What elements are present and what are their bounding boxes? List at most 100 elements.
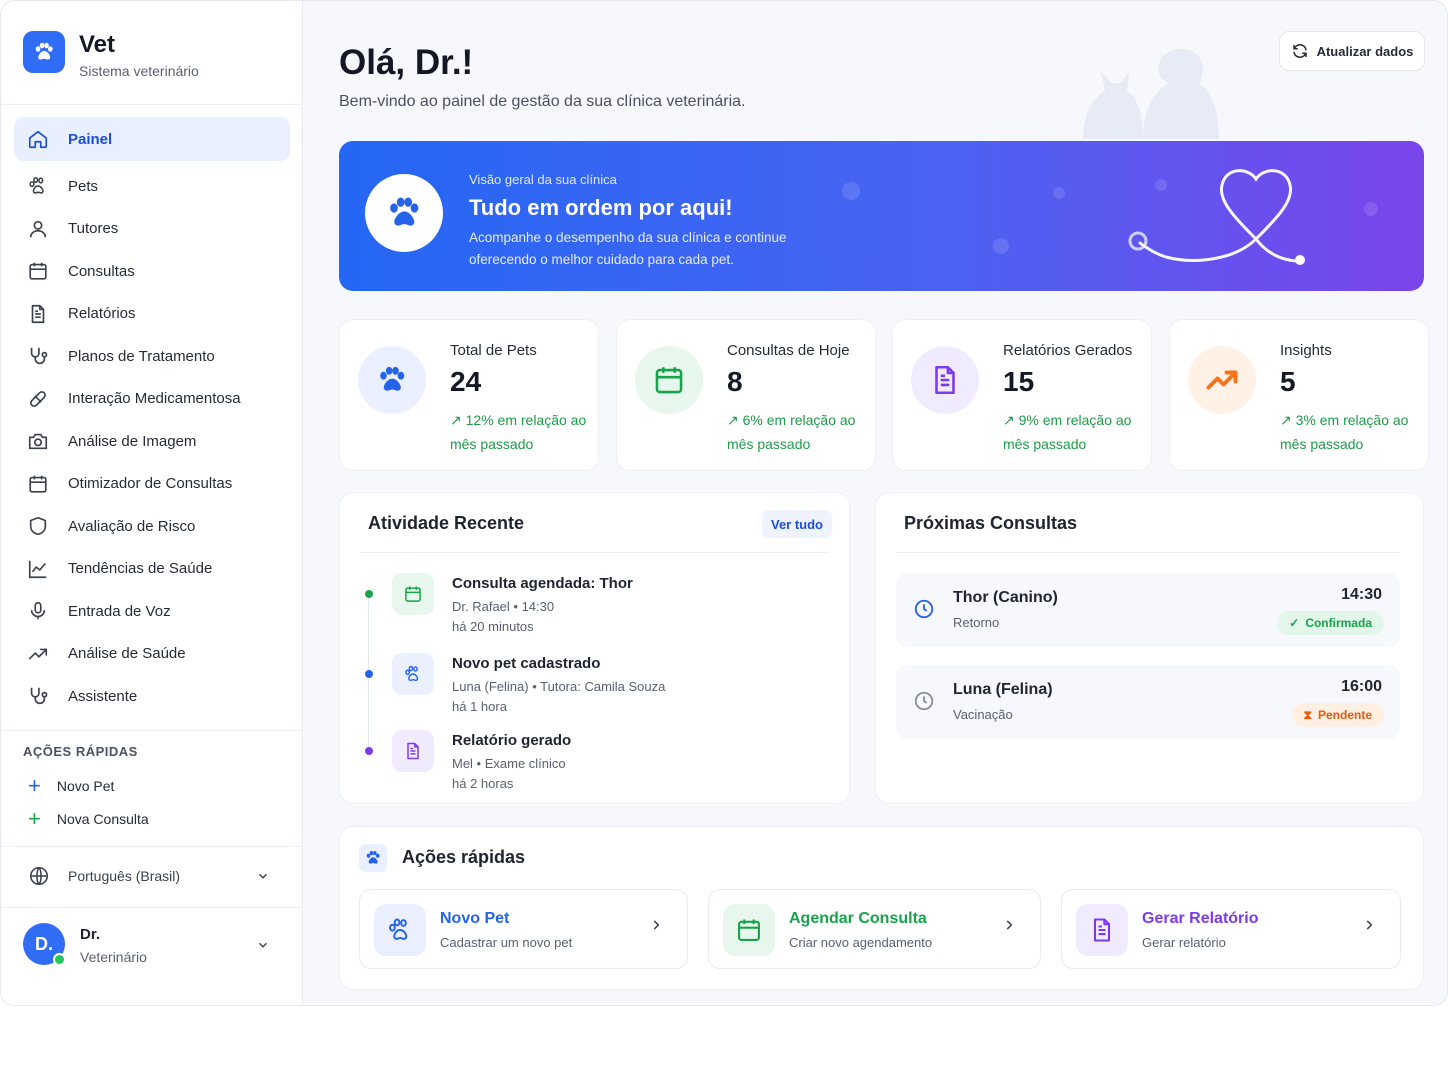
paw-icon [374, 904, 426, 956]
quick-actions-panel: Ações rápidas Novo Pet Cadastrar um novo… [339, 826, 1424, 990]
sidebar-item-tutores[interactable]: Tutores [14, 208, 290, 251]
sidebar-item-assistente[interactable]: Assistente [14, 675, 290, 718]
user-icon [27, 218, 49, 240]
document-icon [1076, 904, 1128, 956]
quick-action-novo-pet[interactable]: Novo Pet Cadastrar um novo pet [359, 889, 688, 969]
appointment-item[interactable]: Thor (Canino) Retorno 14:30 ✓ Confirmada [896, 573, 1400, 647]
stat-trend: ↗ 9% em relação ao mês passado [1003, 408, 1153, 456]
camera-icon [27, 430, 49, 452]
divider [1, 104, 302, 105]
sidebar-item-relatorios[interactable]: Relatórios [14, 293, 290, 336]
shield-icon [27, 515, 49, 537]
sidebar-new-pet-label: Novo Pet [56, 778, 115, 794]
sidebar-item-label: Painel [68, 130, 113, 148]
divider [1, 907, 302, 908]
activity-item[interactable]: Consulta agendada: Thor Dr. Rafael • 14:… [360, 573, 820, 643]
stat-trend-text: 12% em relação ao mês passado [450, 412, 587, 452]
paw-icon [365, 174, 443, 252]
stat-label: Insights [1280, 342, 1332, 359]
see-all-button[interactable]: Ver tudo [762, 510, 832, 538]
quick-action-title: Gerar Relatório [1142, 910, 1259, 927]
clock-icon [913, 598, 935, 625]
sidebar-item-tendencias-de-saude[interactable]: Tendências de Saúde [14, 548, 290, 591]
sidebar-nav: Painel Pets Tutores Consultas Relatórios Plan… [14, 117, 290, 718]
user-name: Dr. [80, 926, 101, 943]
appointment-type: Vacinação [953, 707, 1013, 722]
chevron-down-icon [259, 873, 267, 879]
quick-action-agendar-consulta[interactable]: Agendar Consulta Criar novo agendamento [708, 889, 1041, 969]
status-label: Pendente [1317, 708, 1372, 722]
recent-activity-title: Atividade Recente [368, 513, 525, 533]
refresh-label: Atualizar dados [1316, 43, 1414, 59]
upcoming-appointments-title: Próximas Consultas [904, 513, 1078, 533]
activity-title: Relatório gerado [452, 732, 572, 749]
stat-value: 24 [450, 366, 482, 397]
sidebar-item-pets[interactable]: Pets [14, 165, 290, 208]
user-profile[interactable]: D. Dr. Veterinário [23, 921, 276, 969]
sidebar-new-pet-link[interactable]: + Novo Pet [28, 775, 114, 797]
sidebar-new-appointment-label: Nova Consulta [56, 811, 149, 827]
banner-text: Acompanhe o desempenho da sua clínica e … [469, 230, 787, 267]
trending-up-icon: ↗ [450, 412, 462, 428]
hourglass-icon: ⧗ [1303, 707, 1312, 722]
quick-actions-heading: AÇÕES RÁPIDAS [23, 744, 138, 759]
brand-name: Vet [79, 31, 116, 58]
timeline-dot [365, 747, 373, 755]
refresh-data-button[interactable]: Atualizar dados [1279, 31, 1425, 71]
sidebar-item-analise-de-saude[interactable]: Análise de Saúde [14, 633, 290, 676]
stat-value: 8 [727, 366, 743, 397]
sidebar-item-analise-de-imagem[interactable]: Análise de Imagem [14, 420, 290, 463]
activity-item[interactable]: Novo pet cadastrado Luna (Felina) • Tuto… [360, 653, 820, 723]
sidebar-item-interacao-medicamentosa[interactable]: Interação Medicamentosa [14, 378, 290, 421]
activity-item[interactable]: Relatório gerado Mel • Exame clínico há … [360, 730, 820, 800]
recent-activity-panel: Atividade Recente Ver tudo Consulta agen… [339, 492, 850, 804]
sidebar-item-label: Planos de Tratamento [68, 347, 215, 365]
quick-action-subtitle: Cadastrar um novo pet [440, 935, 573, 950]
activity-meta: Dr. Rafael • 14:30 [452, 599, 555, 614]
sidebar-item-label: Assistente [68, 687, 138, 705]
trending-up-icon [1188, 346, 1256, 414]
status-badge: ⧗ Pendente [1291, 703, 1384, 727]
sidebar-new-appointment-link[interactable]: + Nova Consulta [28, 808, 149, 830]
sidebar-item-otimizador-de-consultas[interactable]: Otimizador de Consultas [14, 463, 290, 506]
stat-trend: ↗ 3% em relação ao mês passado [1280, 408, 1430, 456]
sidebar-item-consultas[interactable]: Consultas [14, 250, 290, 293]
sidebar-item-planos-de-tratamento[interactable]: Planos de Tratamento [14, 335, 290, 378]
trending-up-icon: ↗ [727, 412, 739, 428]
refresh-icon [1292, 44, 1307, 58]
language-selector[interactable]: Português (Brasil) [28, 865, 276, 887]
paw-icon [392, 653, 434, 695]
plus-icon: + [28, 806, 41, 831]
home-icon [27, 128, 49, 150]
user-role: Veterinário [80, 949, 147, 965]
sidebar-item-painel[interactable]: Painel [14, 117, 290, 161]
status-badge: ✓ Confirmada [1277, 611, 1384, 635]
sidebar-item-avaliacao-de-risco[interactable]: Avaliação de Risco [14, 505, 290, 548]
chevron-right-icon [1362, 918, 1376, 937]
paw-icon [358, 346, 426, 414]
sidebar: Vet Sistema veterinário Painel Pets Tutore… [1, 1, 303, 1005]
sidebar-item-entrada-de-voz[interactable]: Entrada de Voz [14, 590, 290, 633]
sidebar-item-label: Entrada de Voz [68, 602, 171, 620]
stat-card-insights: Insights 5 ↗ 3% em relação ao mês passad… [1169, 319, 1429, 471]
appointment-item[interactable]: Luna (Felina) Vacinação 16:00 ⧗ Pendente [896, 665, 1400, 739]
stethoscope-heart-icon [1128, 169, 1305, 265]
trending-up-icon [27, 643, 49, 665]
quick-action-gerar-relatorio[interactable]: Gerar Relatório Gerar relatório [1061, 889, 1401, 969]
activity-title: Consulta agendada: Thor [452, 575, 633, 592]
line-chart-icon [27, 558, 49, 580]
divider [896, 552, 1400, 553]
activity-time: há 20 minutos [452, 619, 534, 634]
stat-value: 15 [1003, 366, 1035, 397]
chevron-right-icon [1002, 918, 1016, 937]
stat-trend-text: 9% em relação ao mês passado [1003, 412, 1132, 452]
quick-action-subtitle: Gerar relatório [1142, 935, 1226, 950]
stat-card-total-de-pets: Total de Pets 24 ↗ 12% em relação ao mês… [339, 319, 599, 471]
app-window: Vet Sistema veterinário Painel Pets Tutore… [0, 0, 1448, 1006]
document-icon [911, 346, 979, 414]
sidebar-item-label: Relatórios [68, 305, 136, 323]
brand[interactable]: Vet Sistema veterinário [23, 31, 199, 79]
activity-meta: Luna (Felina) • Tutora: Camila Souza [452, 679, 666, 694]
check-icon: ✓ [1289, 616, 1300, 630]
sidebar-item-label: Avaliação de Risco [68, 517, 196, 535]
